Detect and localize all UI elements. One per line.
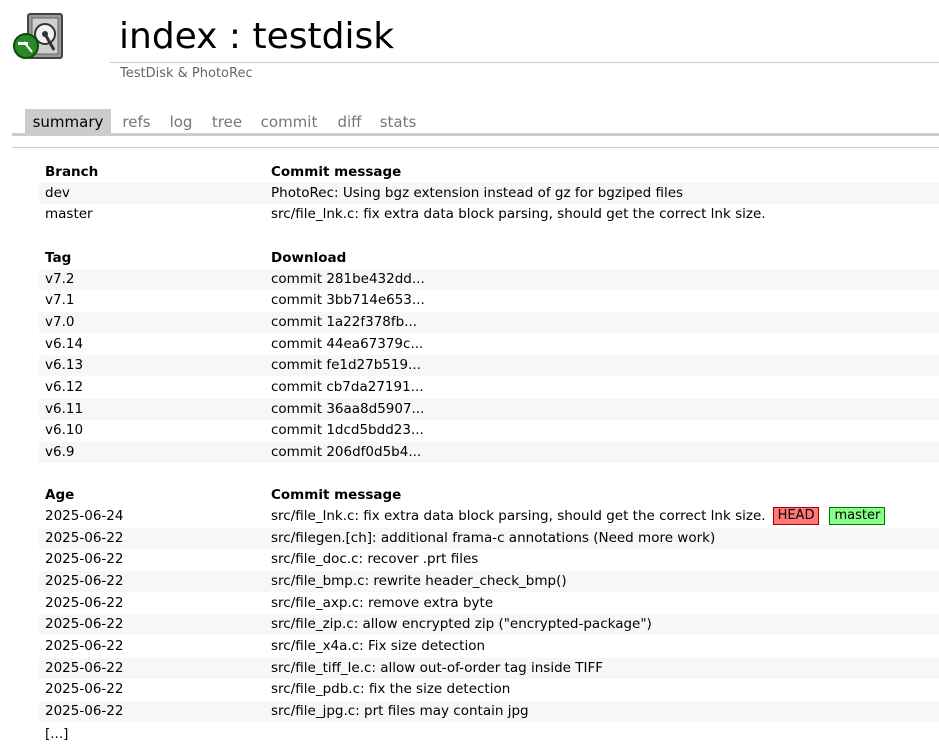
commit-message-link[interactable]: src/file_tiff_le.c: allow out-of-order t… (271, 658, 603, 679)
commit-age: 2025-06-22 (45, 595, 124, 611)
tag-name-link[interactable]: v6.11 (45, 399, 83, 420)
download-column-header: Download (271, 250, 347, 266)
commit-age: 2025-06-24 (45, 508, 124, 524)
content-divider (12, 147, 939, 148)
log-table-header: Age Commit message (39, 485, 939, 506)
tag-download-link[interactable]: commit 1dcd5bdd23... (271, 420, 424, 441)
head-badge[interactable]: HEAD (772, 507, 820, 525)
branch-row: master src/file_lnk.c: fix extra data bl… (39, 204, 939, 225)
tag-download-link[interactable]: commit 206df0d5b4... (271, 442, 421, 463)
commit-message-link[interactable]: src/file_jpg.c: prt files may contain jp… (271, 701, 529, 722)
branch-column-header: Branch (45, 164, 99, 180)
tag-table-header: Tag Download (39, 248, 939, 269)
commit-age: 2025-06-22 (45, 660, 124, 676)
commit-age: 2025-06-22 (45, 681, 124, 697)
tag-row: v6.12 commit cb7da27191... (39, 377, 939, 398)
commit-age: 2025-06-22 (45, 616, 124, 632)
commit-message-link[interactable]: src/file_axp.c: remove extra byte (271, 593, 493, 614)
tag-name-link[interactable]: v7.0 (45, 312, 74, 333)
tab-commit[interactable]: commit (257, 109, 321, 133)
more-log-link[interactable]: [...] (45, 724, 68, 745)
branch-message-column-header: Commit message (271, 164, 402, 180)
log-row: 2025-06-22 src/file_axp.c: remove extra … (39, 593, 939, 614)
commit-message-link[interactable]: src/file_x4a.c: Fix size detection (271, 636, 485, 657)
branch-commit-message-link[interactable]: PhotoRec: Using bgz extension instead of… (271, 183, 683, 204)
tab-diff[interactable]: diff (332, 109, 367, 133)
branch-name-link[interactable]: master (45, 204, 93, 225)
tag-name-link[interactable]: v6.13 (45, 355, 83, 376)
tag-row: v7.0 commit 1a22f378fb... (39, 312, 939, 333)
master-branch-badge[interactable]: master (829, 507, 886, 525)
tag-download-link[interactable]: commit cb7da27191... (271, 377, 424, 398)
log-row: 2025-06-24 src/file_lnk.c: fix extra dat… (39, 506, 939, 527)
commit-message-link[interactable]: src/file_pdb.c: fix the size detection (271, 679, 510, 700)
branch-table-header: Branch Commit message (39, 162, 939, 183)
log-row: 2025-06-22 src/file_zip.c: allow encrypt… (39, 614, 939, 635)
tag-download-link[interactable]: commit 36aa8d5907... (271, 399, 424, 420)
tag-download-link[interactable]: commit fe1d27b519... (271, 355, 421, 376)
tag-name-link[interactable]: v6.9 (45, 442, 74, 463)
tab-refs[interactable]: refs (116, 109, 157, 133)
tag-row: v6.13 commit fe1d27b519... (39, 355, 939, 376)
commit-message-link[interactable]: src/file_zip.c: allow encrypted zip ("en… (271, 614, 652, 635)
log-row: 2025-06-22 src/file_bmp.c: rewrite heade… (39, 571, 939, 592)
commit-age: 2025-06-22 (45, 530, 124, 546)
commit-age: 2025-06-22 (45, 638, 124, 654)
log-row: 2025-06-22 src/file_pdb.c: fix the size … (39, 679, 939, 700)
tag-row: v6.9 commit 206df0d5b4... (39, 442, 939, 463)
branch-name-link[interactable]: dev (45, 183, 70, 204)
tag-download-link[interactable]: commit 1a22f378fb... (271, 312, 417, 333)
tab-log[interactable]: log (163, 109, 199, 133)
log-message-column-header: Commit message (271, 487, 402, 503)
tag-download-link[interactable]: commit 281be432dd... (271, 269, 425, 290)
commit-age: 2025-06-22 (45, 551, 124, 567)
tag-row: v7.2 commit 281be432dd... (39, 269, 939, 290)
tag-name-link[interactable]: v6.14 (45, 334, 83, 355)
commit-message-link[interactable]: src/filegen.[ch]: additional frama-c ann… (271, 528, 715, 549)
tag-column-header: Tag (45, 250, 72, 266)
tag-name-link[interactable]: v6.10 (45, 420, 83, 441)
hard-disk-logo-icon[interactable] (12, 12, 64, 62)
tag-name-link[interactable]: v7.2 (45, 269, 74, 290)
tag-name-link[interactable]: v6.12 (45, 377, 83, 398)
commit-age: 2025-06-22 (45, 703, 124, 719)
commit-message-link[interactable]: src/file_lnk.c: fix extra data block par… (271, 508, 766, 524)
tag-row: v7.1 commit 3bb714e653... (39, 290, 939, 311)
log-row: 2025-06-22 src/file_tiff_le.c: allow out… (39, 658, 939, 679)
commit-message-link[interactable]: src/file_doc.c: recover .prt files (271, 549, 478, 570)
age-column-header: Age (45, 487, 75, 503)
branch-row: dev PhotoRec: Using bgz extension instea… (39, 183, 939, 204)
tab-summary[interactable]: summary (25, 109, 111, 133)
branch-commit-message-link[interactable]: src/file_lnk.c: fix extra data block par… (271, 204, 766, 225)
tab-bar: summary refs log tree commit diff stats (12, 109, 939, 136)
tab-stats[interactable]: stats (378, 109, 418, 133)
page-title: index : testdisk (119, 16, 395, 57)
tag-download-link[interactable]: commit 44ea67379c... (271, 334, 423, 355)
log-row: 2025-06-22 src/file_doc.c: recover .prt … (39, 549, 939, 570)
log-row: 2025-06-22 src/file_jpg.c: prt files may… (39, 701, 939, 722)
tab-tree[interactable]: tree (208, 109, 246, 133)
tag-row: v6.14 commit 44ea67379c... (39, 334, 939, 355)
repo-description: TestDisk & PhotoRec (120, 66, 253, 81)
tag-download-link[interactable]: commit 3bb714e653... (271, 290, 425, 311)
log-row: 2025-06-22 src/filegen.[ch]: additional … (39, 528, 939, 549)
commit-message-link[interactable]: src/file_bmp.c: rewrite header_check_bmp… (271, 571, 567, 592)
tag-name-link[interactable]: v7.1 (45, 290, 74, 311)
tag-row: v6.10 commit 1dcd5bdd23... (39, 420, 939, 441)
tag-row: v6.11 commit 36aa8d5907... (39, 399, 939, 420)
title-divider (110, 62, 939, 63)
commit-age: 2025-06-22 (45, 573, 124, 589)
log-row: 2025-06-22 src/file_x4a.c: Fix size dete… (39, 636, 939, 657)
